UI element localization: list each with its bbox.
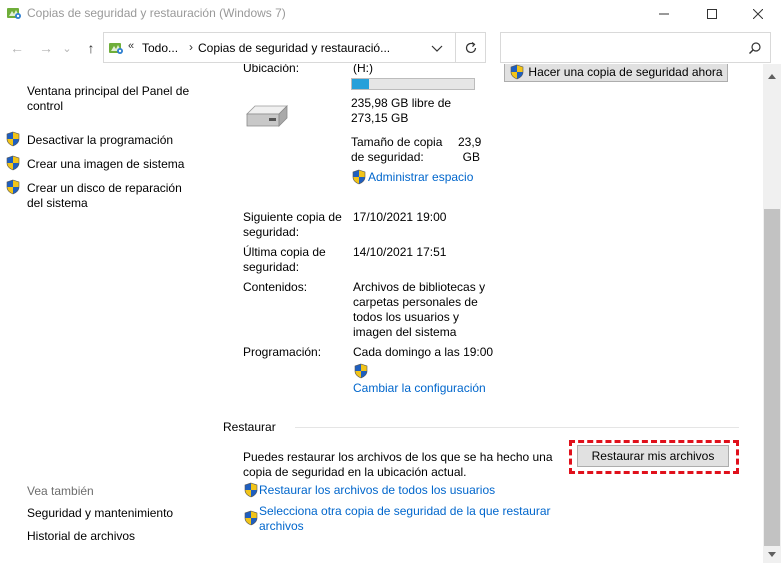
security-maintenance-link[interactable]: Seguridad y mantenimiento — [27, 506, 207, 521]
schedule-label: Programación: — [243, 345, 322, 359]
vertical-scrollbar[interactable] — [763, 64, 781, 563]
shield-icon — [509, 64, 525, 80]
disk-usage-bar — [351, 78, 475, 90]
close-icon — [753, 9, 763, 19]
minimize-button[interactable] — [641, 0, 687, 28]
restore-heading: Restaurar — [223, 420, 282, 435]
disk-usage-fill — [352, 79, 369, 89]
shield-icon — [353, 363, 369, 379]
shield-icon — [5, 155, 21, 171]
see-also-heading: Vea también — [27, 484, 94, 498]
shield-icon — [243, 482, 259, 498]
maximize-icon — [707, 9, 717, 19]
scroll-up-button[interactable] — [763, 68, 781, 85]
recent-locations-button[interactable]: ⌄ — [60, 38, 74, 58]
breadcrumb-current[interactable]: Copias de seguridad y restauració... — [198, 41, 390, 55]
forward-button[interactable]: → — [36, 38, 56, 58]
forward-arrow-icon: → — [39, 40, 53, 56]
search-input[interactable] — [507, 39, 737, 57]
contents-label: Contenidos: — [243, 280, 308, 294]
up-arrow-icon: ↑ — [87, 40, 95, 56]
chevron-down-icon: ⌄ — [62, 42, 72, 55]
up-button[interactable]: ↑ — [81, 38, 101, 58]
next-backup-label: Siguiente copia de seguridad: — [243, 210, 342, 239]
maximize-button[interactable] — [689, 0, 735, 28]
turn-off-schedule-link[interactable]: Desactivar la programación — [27, 133, 207, 148]
backup-now-button[interactable]: Hacer una copia de seguridad ahora — [504, 64, 728, 82]
refresh-button[interactable] — [456, 32, 486, 63]
control-panel-home-link[interactable]: Ventana principal del Panel de control — [27, 84, 197, 114]
next-backup-value: 17/10/2021 19:00 — [353, 210, 447, 224]
search-icon[interactable] — [748, 41, 762, 55]
search-box[interactable] — [500, 32, 771, 63]
restore-my-files-button-label: Restaurar mis archivos — [591, 449, 715, 463]
scroll-thumb[interactable] — [764, 209, 780, 546]
schedule-value: Cada domingo a las 19:00 — [353, 345, 494, 359]
control-panel-icon — [108, 40, 124, 56]
close-button[interactable] — [735, 0, 781, 28]
breadcrumb-separator-icon[interactable]: › — [189, 40, 193, 54]
contents-value: Archivos de bibliotecas y carpetas perso… — [353, 280, 486, 339]
scroll-up-arrow-icon — [768, 74, 776, 79]
shield-icon — [5, 131, 21, 147]
back-button[interactable]: ← — [7, 38, 27, 58]
hard-drive-icon — [246, 105, 288, 127]
restore-my-files-button[interactable]: Restaurar mis archivos — [577, 445, 729, 467]
create-repair-disc-link[interactable]: Crear un disco de reparación del sistema — [27, 181, 187, 211]
title-bar: Copias de seguridad y restauración (Wind… — [0, 0, 781, 28]
main-content: Ubicación: (H:) Hacer una copia de segur… — [215, 64, 763, 563]
restore-divider — [295, 427, 739, 428]
select-other-backup-link[interactable]: Selecciona otra copia de seguridad de la… — [259, 504, 559, 534]
shield-icon — [243, 510, 259, 526]
navigation-bar: ← → ⌄ ↑ « Todo... › Copias de seguridad … — [0, 32, 781, 64]
location-label: Ubicación: — [243, 64, 300, 75]
free-space-text: 235,98 GB libre de 273,15 GB — [351, 96, 452, 125]
backup-now-button-label: Hacer una copia de seguridad ahora — [528, 64, 723, 79]
address-dropdown-icon[interactable] — [430, 41, 444, 55]
minimize-icon — [659, 13, 669, 15]
manage-space-link[interactable]: Administrar espacio — [368, 170, 473, 185]
refresh-icon — [465, 41, 476, 53]
create-system-image-link[interactable]: Crear una imagen de sistema — [27, 157, 207, 172]
scroll-down-button[interactable] — [763, 546, 781, 563]
shield-icon — [351, 169, 367, 185]
backup-size-label: Tamaño de copia de seguridad: — [351, 135, 443, 164]
change-settings-link[interactable]: Cambiar la configuración — [353, 381, 486, 396]
address-bar[interactable]: « Todo... › Copias de seguridad y restau… — [103, 32, 456, 63]
shield-icon — [5, 179, 21, 195]
last-backup-value: 14/10/2021 17:51 — [353, 245, 447, 259]
breadcrumb-all-items[interactable]: Todo... — [142, 41, 178, 55]
backup-size-value: 23,9 GB — [458, 135, 482, 164]
window-title: Copias de seguridad y restauración (Wind… — [27, 6, 286, 20]
file-history-link[interactable]: Historial de archivos — [27, 529, 207, 544]
restore-all-users-link[interactable]: Restaurar los archivos de todos los usua… — [259, 483, 495, 498]
restore-description: Puedes restaurar los archivos de los que… — [243, 450, 553, 479]
location-value: (H:) — [353, 64, 373, 75]
last-backup-label: Última copia de seguridad: — [243, 245, 326, 274]
address-overflow-icon[interactable]: « — [128, 40, 134, 52]
left-task-pane: Ventana principal del Panel de control D… — [0, 64, 215, 563]
scroll-down-arrow-icon — [768, 552, 776, 557]
back-arrow-icon: ← — [10, 40, 24, 56]
control-panel-icon — [6, 5, 22, 21]
